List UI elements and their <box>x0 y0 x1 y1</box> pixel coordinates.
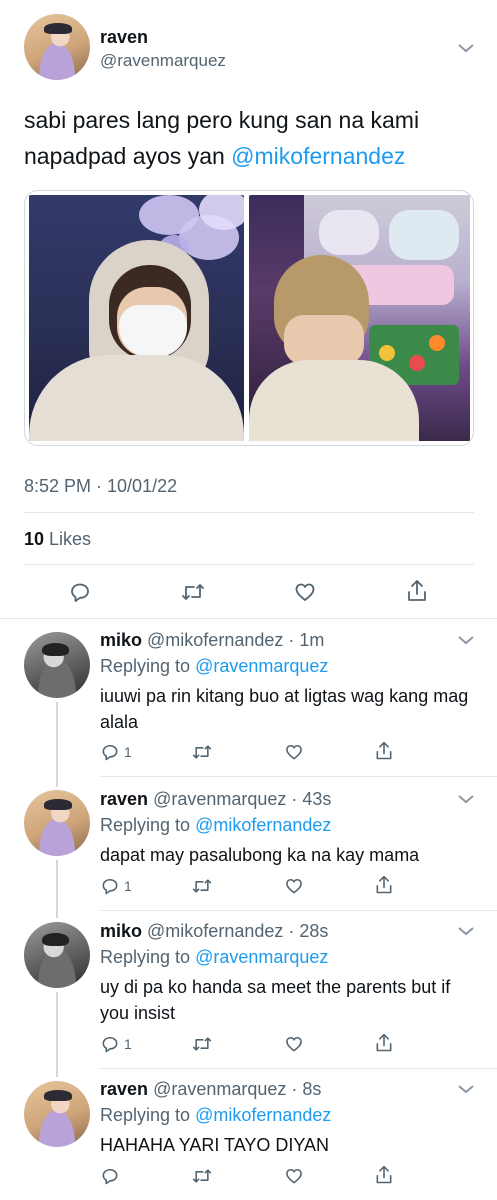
reply-button[interactable]: 1 <box>100 1034 132 1054</box>
mention-link[interactable]: @mikofernandez <box>195 815 331 835</box>
heart-icon[interactable] <box>284 876 304 896</box>
reply-header[interactable]: raven @ravenmarquez · 43s <box>100 789 331 810</box>
chevron-down-icon[interactable] <box>457 793 475 805</box>
photo-hooded-person[interactable] <box>29 195 244 441</box>
mention-link[interactable]: @ravenmarquez <box>195 656 328 676</box>
divider <box>100 776 497 777</box>
divider <box>24 512 474 513</box>
reply-icon <box>102 744 118 761</box>
replying-to: Replying to @mikofernandez <box>100 1105 332 1125</box>
share-icon[interactable] <box>374 1032 394 1054</box>
heart-icon[interactable] <box>284 742 304 762</box>
thread-line <box>56 860 58 918</box>
reply-header[interactable]: raven @ravenmarquez · 8s <box>100 1079 321 1100</box>
retweet-icon[interactable] <box>191 742 213 762</box>
reply-icon <box>102 1036 118 1053</box>
thread-line <box>56 992 58 1077</box>
tweet-text: sabi pares lang pero kung san na kami na… <box>24 107 420 169</box>
divider <box>24 564 474 565</box>
reply-count: 1 <box>124 1036 132 1052</box>
likes-count[interactable]: 10 Likes <box>24 529 91 550</box>
reply-text: uy di pa ko handa sa meet the parents bu… <box>100 977 451 1023</box>
share-icon[interactable] <box>374 740 394 762</box>
chevron-down-icon[interactable] <box>457 42 475 54</box>
reply-count: 1 <box>124 878 132 894</box>
replying-to: Replying to @ravenmarquez <box>100 656 329 676</box>
avatar[interactable] <box>24 632 90 698</box>
divider <box>0 618 497 619</box>
replying-to: Replying to @mikofernandez <box>100 815 332 835</box>
heart-icon[interactable] <box>284 1034 304 1054</box>
share-icon[interactable] <box>374 1164 394 1186</box>
divider <box>100 1068 497 1069</box>
retweet-icon[interactable] <box>191 1034 213 1054</box>
share-icon[interactable] <box>405 578 429 604</box>
media-grid <box>24 190 474 446</box>
mention-link[interactable]: @ravenmarquez <box>195 947 328 967</box>
reply-button[interactable]: 1 <box>100 742 132 762</box>
reply-count: 1 <box>124 744 132 760</box>
reply-text: HAHAHA YARI TAYO DIYAN <box>100 1135 330 1155</box>
reply-icon[interactable] <box>68 580 92 604</box>
reply-icon <box>102 878 118 895</box>
reply-icon <box>102 1168 118 1185</box>
handle[interactable]: @ravenmarquez <box>100 51 226 71</box>
divider <box>100 910 497 911</box>
avatar[interactable] <box>24 1081 90 1147</box>
mention-link[interactable]: @mikofernandez <box>195 1105 331 1125</box>
retweet-icon[interactable] <box>191 1166 213 1186</box>
display-name[interactable]: raven <box>100 27 148 48</box>
chevron-down-icon[interactable] <box>457 634 475 646</box>
replying-to: Replying to @ravenmarquez <box>100 947 329 967</box>
reply-header[interactable]: miko @mikofernandez · 28s <box>100 921 328 942</box>
reply-text: iuuwi pa rin kitang buo at ligtas wag ka… <box>100 686 469 732</box>
chevron-down-icon[interactable] <box>457 925 475 937</box>
avatar[interactable] <box>24 14 90 80</box>
thread-line <box>56 702 58 787</box>
main-tweet: raven @ravenmarquez sabi pares lang pero… <box>0 0 497 620</box>
avatar[interactable] <box>24 790 90 856</box>
chevron-down-icon[interactable] <box>457 1083 475 1095</box>
heart-icon[interactable] <box>284 1166 304 1186</box>
reply-header[interactable]: miko @mikofernandez · 1m <box>100 630 324 651</box>
retweet-icon[interactable] <box>191 876 213 896</box>
share-icon[interactable] <box>374 874 394 896</box>
photo-arcade-machine[interactable] <box>249 195 470 441</box>
reply-button[interactable]: 1 <box>100 876 132 896</box>
tweet-timestamp[interactable]: 8:52 PM · 10/01/22 <box>24 476 177 497</box>
avatar[interactable] <box>24 922 90 988</box>
reply-text: dapat may pasalubong ka na kay mama <box>100 845 420 865</box>
retweet-icon[interactable] <box>180 580 206 604</box>
reply-button[interactable] <box>100 1166 124 1186</box>
mention-link[interactable]: @mikofernandez <box>231 143 405 169</box>
heart-icon[interactable] <box>293 580 317 604</box>
